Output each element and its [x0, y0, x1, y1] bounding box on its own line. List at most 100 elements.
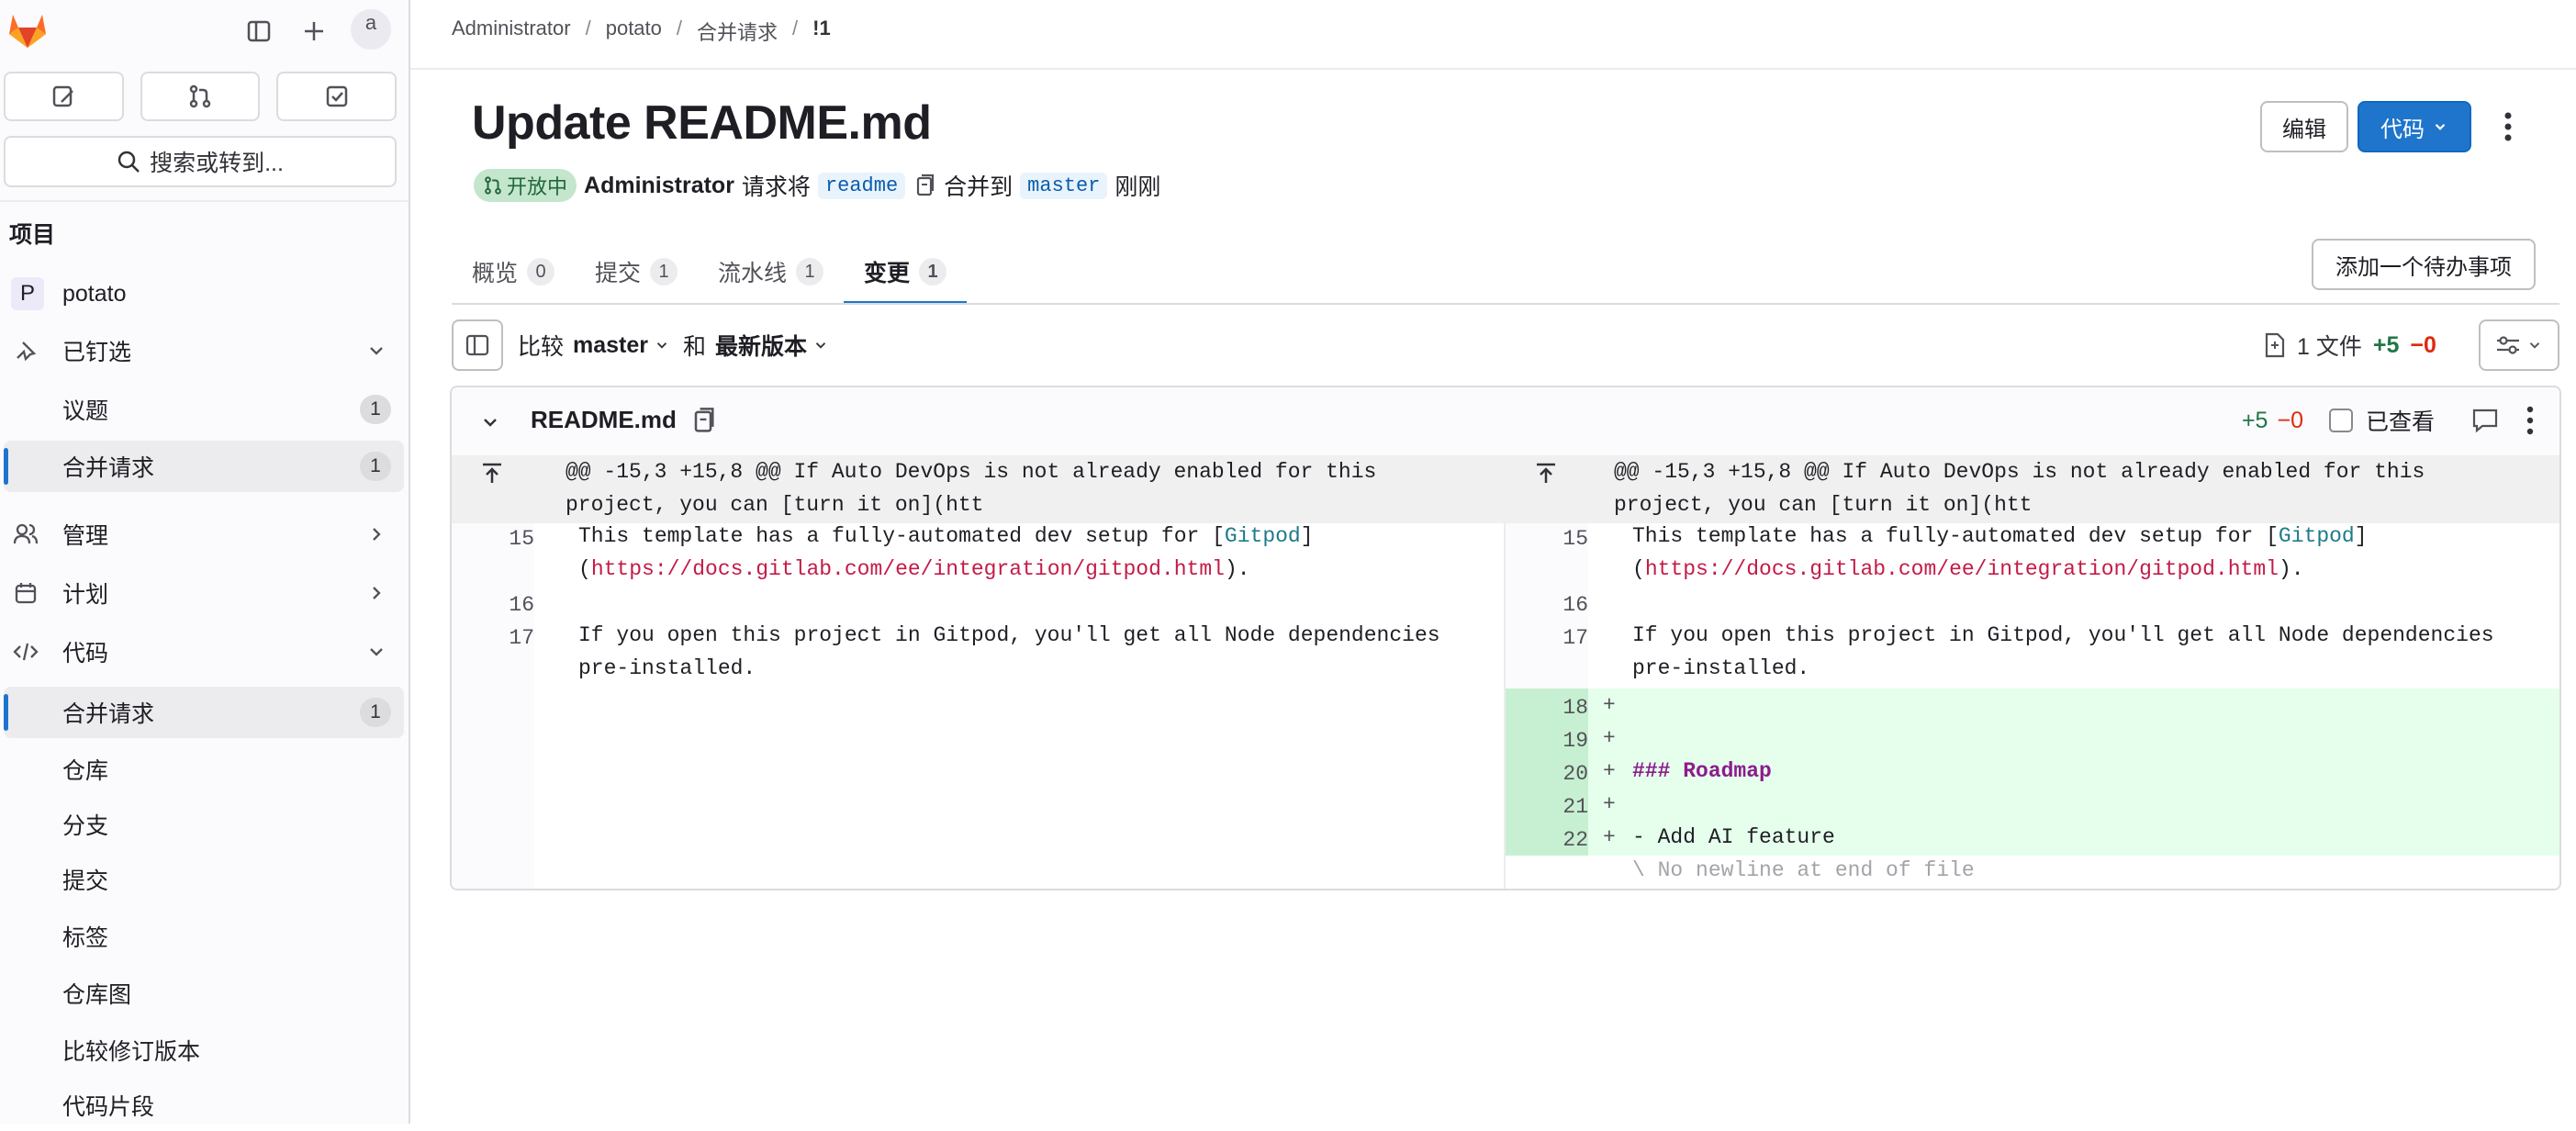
line-number[interactable]: 21 — [1506, 795, 1588, 819]
sidebar-item-tags[interactable]: 标签 — [4, 911, 404, 962]
file-more-actions-icon[interactable] — [2525, 405, 2536, 436]
line-number[interactable]: 20 — [1506, 762, 1588, 786]
breadcrumb-item[interactable]: potato — [606, 17, 662, 46]
line-number[interactable]: 17 — [1506, 626, 1588, 650]
count-badge: 1 — [360, 452, 391, 481]
sidebar-item-pinned[interactable]: 已钉选 — [4, 325, 404, 376]
sidebar-item-plan[interactable]: 计划 — [4, 567, 404, 619]
code-line: (https://docs.gitlab.com/ee/integration/… — [578, 553, 1250, 586]
tab-overview[interactable]: 概览 0 — [452, 239, 575, 305]
toggle-sidebar-icon[interactable] — [242, 15, 275, 48]
todos-shortcut[interactable] — [276, 72, 398, 121]
diff-settings-button[interactable] — [2479, 319, 2559, 371]
merge-requests-shortcut[interactable] — [140, 72, 261, 121]
code-line: (https://docs.gitlab.com/ee/integration/… — [1632, 553, 2304, 586]
line-number[interactable]: 22 — [1506, 828, 1588, 852]
time-text: 刚刚 — [1114, 174, 1161, 200]
sidebar-item-label: 标签 — [62, 925, 109, 951]
source-branch[interactable]: readme — [817, 172, 906, 199]
tabs-divider — [452, 303, 2559, 305]
chevron-down-icon — [370, 648, 383, 656]
add-todo-button[interactable]: 添加一个待办事项 — [2312, 239, 2536, 290]
breadcrumb-item[interactable]: 合并请求 — [697, 17, 778, 46]
sidebar-item-commits[interactable]: 提交 — [4, 854, 404, 905]
search-button[interactable]: 搜索或转到... — [4, 136, 397, 187]
page-title: Update README.md — [472, 96, 932, 150]
gitlab-logo-icon[interactable] — [7, 11, 48, 50]
sidebar-item-repository[interactable]: 仓库 — [4, 744, 404, 795]
sidebar-item-label: 议题 — [62, 398, 109, 424]
tab-count: 1 — [650, 258, 678, 286]
sidebar-top: a — [0, 0, 410, 61]
sidebar-item-code[interactable]: 代码 — [4, 626, 404, 677]
tab-count: 1 — [796, 258, 824, 286]
breadcrumb: Administrator / potato / 合并请求 / !1 — [452, 17, 831, 46]
sidebar-quick-tabs — [4, 72, 398, 121]
toggle-file-tree-button[interactable] — [452, 319, 503, 371]
merge-request-icon — [189, 84, 211, 108]
viewed-label: 已查看 — [2365, 409, 2435, 435]
code-text: ( — [1632, 557, 1645, 581]
code-icon — [13, 639, 39, 665]
sidebar-item-merge-requests-pinned[interactable]: 合并请求 1 — [4, 441, 404, 492]
code-line: - Add AI feature — [1632, 825, 1835, 849]
head-version-dropdown[interactable]: 最新版本 — [715, 329, 829, 362]
target-branch[interactable]: master — [1020, 172, 1108, 199]
author-link[interactable]: Administrator — [584, 173, 734, 199]
code-line: pre-installed. — [578, 656, 756, 680]
line-number[interactable]: 17 — [452, 626, 534, 650]
pin-icon — [13, 338, 39, 364]
breadcrumb-current[interactable]: !1 — [812, 17, 831, 46]
issues-icon — [53, 85, 74, 107]
avatar[interactable]: a — [351, 9, 391, 50]
file-name[interactable]: README.md — [531, 406, 677, 434]
line-number[interactable]: 15 — [452, 527, 534, 551]
sidebar-item-manage[interactable]: 管理 — [4, 509, 404, 560]
compare-bar: 比较 master 和 最新版本 — [452, 319, 842, 371]
copy-icon[interactable] — [913, 173, 936, 198]
chevron-down-icon — [2529, 342, 2540, 349]
plus-icon[interactable] — [297, 15, 330, 48]
sidebar-item-issues[interactable]: 议题 1 — [4, 384, 404, 435]
plus-marker: + — [1603, 825, 1616, 849]
breadcrumb-item[interactable]: Administrator — [452, 17, 571, 46]
base-version-label: master — [573, 331, 649, 358]
sidebar-item-label: 提交 — [62, 868, 109, 894]
comment-icon[interactable] — [2471, 408, 2499, 433]
file-header-actions: +5 −0 已查看 — [2242, 402, 2559, 439]
line-number[interactable]: 16 — [1506, 593, 1588, 617]
issues-shortcut[interactable] — [4, 72, 124, 121]
removed-lines-count: −0 — [2410, 331, 2436, 358]
sidebar-item-branches[interactable]: 分支 — [4, 799, 404, 850]
status-text: 开放中 — [507, 175, 568, 198]
line-number[interactable]: 15 — [1506, 527, 1588, 551]
code-line: If you open this project in Gitpod, you'… — [578, 623, 1440, 647]
line-number[interactable]: 19 — [1506, 729, 1588, 753]
added-lines-count: +5 — [2372, 331, 2400, 358]
edit-button[interactable]: 编辑 — [2260, 101, 2348, 152]
chevron-right-icon — [373, 528, 381, 541]
sidebar-item-compare-revisions[interactable]: 比较修订版本 — [4, 1025, 404, 1076]
tab-changes[interactable]: 变更 1 — [844, 239, 968, 305]
code-text: ] — [1300, 524, 1314, 548]
sidebar-item-merge-requests[interactable]: 合并请求 1 — [4, 687, 404, 738]
line-number[interactable]: 18 — [1506, 696, 1588, 720]
expand-up-icon[interactable] — [479, 461, 505, 487]
expand-up-icon[interactable] — [1533, 461, 1559, 487]
copy-icon[interactable] — [689, 406, 718, 435]
viewed-checkbox[interactable] — [2328, 409, 2353, 432]
calendar-icon — [13, 580, 39, 606]
collapse-chevron-icon[interactable] — [479, 411, 501, 433]
base-version-dropdown[interactable]: master — [573, 332, 670, 359]
sidebar-item-repository-graph[interactable]: 仓库图 — [4, 968, 404, 1019]
code-line: This template has a fully-automated dev … — [578, 520, 1314, 553]
code-dropdown-button[interactable]: 代码 — [2358, 101, 2471, 152]
tab-commits[interactable]: 提交 1 — [575, 239, 698, 305]
code-text: ( — [578, 557, 591, 581]
more-actions-icon[interactable] — [2493, 108, 2523, 145]
sidebar-item-project[interactable]: P potato — [4, 268, 404, 319]
sidebar-item-label: 管理 — [62, 523, 109, 549]
tab-pipelines[interactable]: 流水线 1 — [698, 239, 844, 305]
line-number[interactable]: 16 — [452, 593, 534, 617]
code-text: Gitpod — [2278, 524, 2355, 548]
